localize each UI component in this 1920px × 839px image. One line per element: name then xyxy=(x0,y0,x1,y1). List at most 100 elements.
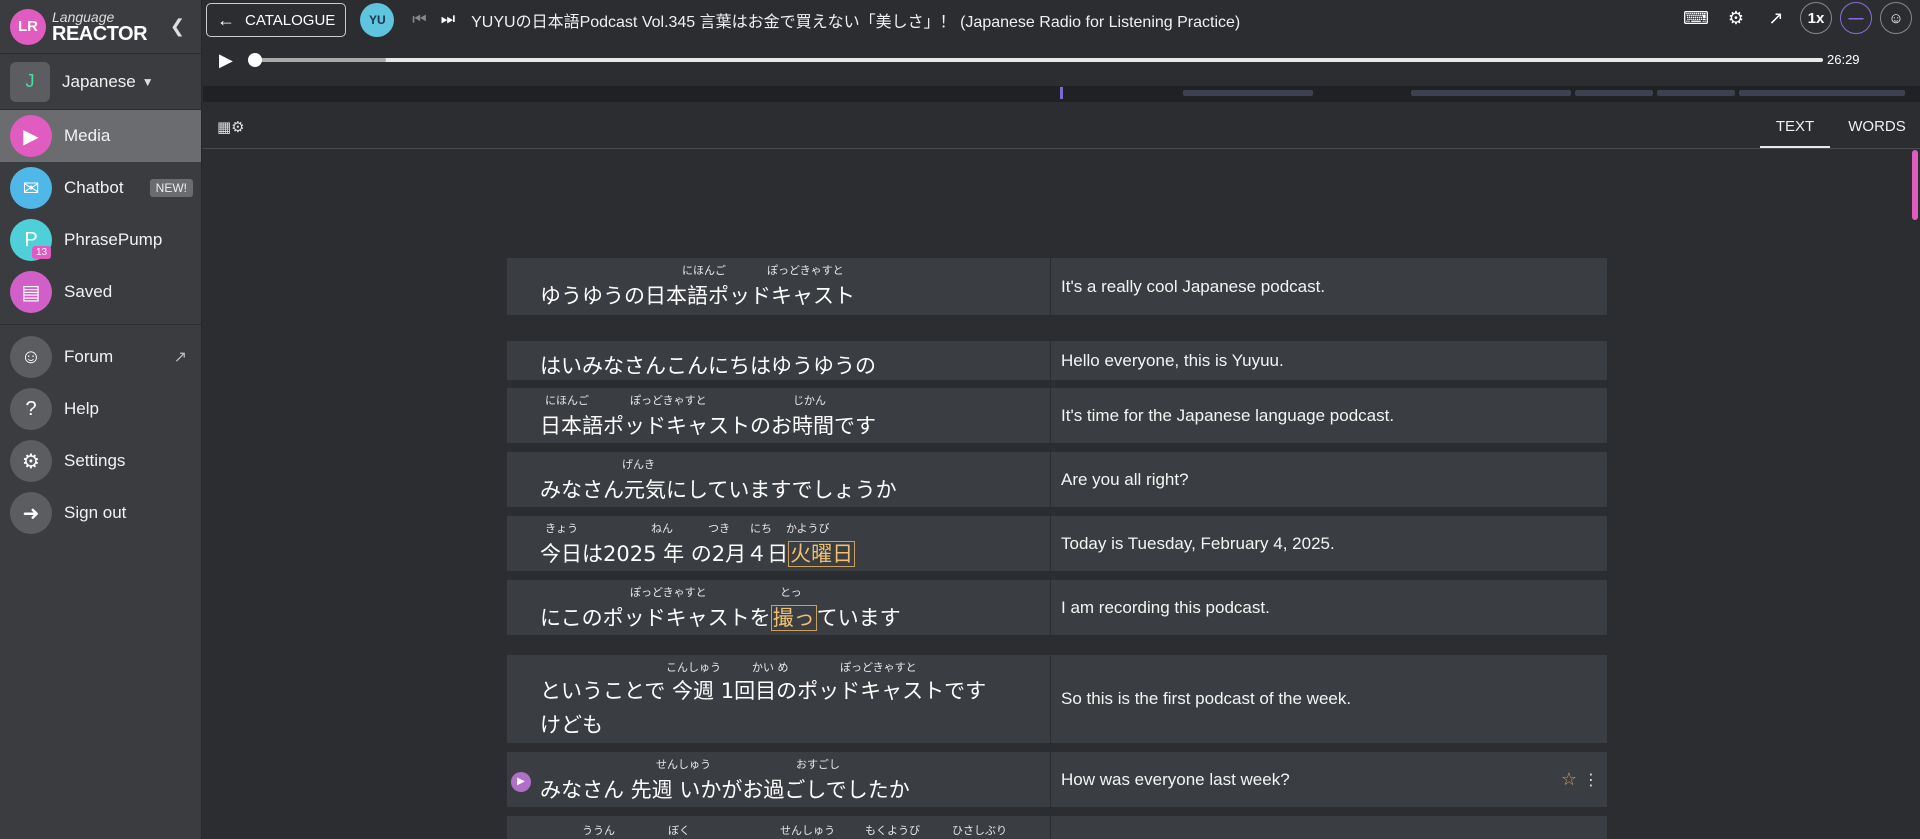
next-icon[interactable]: ⏭ xyxy=(441,11,455,29)
translation-line: It's time for the Japanese language podc… xyxy=(1051,388,1607,443)
sidebar-item-forum[interactable]: ☺ Forum ↗ xyxy=(0,331,201,383)
arrow-left-icon: ← xyxy=(217,9,235,30)
subtitle-row[interactable]: にほんご ぽっどきゃすと ゆうゆうの日本語ポッドキャスト It's a really … xyxy=(507,258,1607,315)
japanese-line[interactable]: せんしゅう おすごし みなさん 先週 いかがお過ごしでしたか ▶ xyxy=(507,752,1050,807)
player-controls: ▶ 26:29 xyxy=(203,40,1920,86)
furigana: せんしゅう xyxy=(656,758,711,771)
translation-line: I am recording this podcast. xyxy=(1051,580,1607,635)
subtitle-list: にほんご ぽっどきゃすと ゆうゆうの日本語ポッドキャスト It's a really … xyxy=(507,150,1607,839)
share-icon[interactable]: ↗ xyxy=(1760,2,1792,34)
sidebar-item-label: Chatbot xyxy=(64,178,124,197)
japanese-line[interactable]: げんき みなさん元気にしていますでしょうか xyxy=(507,452,1050,507)
subtitle-row[interactable]: せんしゅう おすごし みなさん 先週 いかがお過ごしでしたか ▶ How was eve… xyxy=(507,752,1607,807)
subtitle-row[interactable]: にほんご ぽっどきゃすと じかん 日本語ポッドキャストのお時間です It's time … xyxy=(507,388,1607,443)
previous-icon[interactable]: ⏮ xyxy=(412,11,426,29)
furigana: ぽっどきゃすと xyxy=(630,586,707,599)
japanese-line[interactable]: こんしゅう かい め ぽっどきゃすと ということで 今週 1回目のポッドキャストですけ… xyxy=(507,655,1050,743)
highlighted-word[interactable]: 撮っ xyxy=(770,605,817,631)
channel-avatar[interactable]: YU xyxy=(360,3,395,37)
furigana: にほんご xyxy=(682,264,726,277)
translation-line: Are you all right? xyxy=(1051,452,1607,507)
subtitle-row[interactable]: げんき みなさん元気にしていますでしょうか Are you all right? xyxy=(507,452,1607,507)
japanese-line[interactable]: にほんご ぽっどきゃすと じかん 日本語ポッドキャストのお時間です xyxy=(507,388,1050,443)
timeline-segment xyxy=(1575,90,1653,96)
sidebar-item-phrasepump[interactable]: P 13 PhrasePump xyxy=(0,214,201,266)
minimize-icon[interactable]: — xyxy=(1840,2,1872,34)
japanese-text: にこのポッドキャストを撮っています xyxy=(540,602,901,632)
list-icon: ▤ xyxy=(10,271,52,313)
tab-words[interactable]: WORDS xyxy=(1840,118,1914,148)
highlighted-word[interactable]: 火曜日 xyxy=(788,541,856,567)
language-avatar: J xyxy=(10,61,50,102)
play-icon: ▶ xyxy=(10,115,52,157)
japanese-line[interactable]: きょう ねん つき にち かようび 今日は2025 年 の2月４日火曜日 xyxy=(507,516,1050,571)
japanese-line[interactable]: にほんご ぽっどきゃすと ゆうゆうの日本語ポッドキャスト xyxy=(507,258,1050,315)
new-badge: NEW! xyxy=(149,179,193,197)
sidebar-item-chatbot[interactable]: ✉ Chatbot NEW! xyxy=(0,162,201,214)
subtitle-row[interactable]: ぽっどきゃすと とっ にこのポッドキャストを撮っています I am recording… xyxy=(507,580,1607,635)
japanese-line[interactable]: ぽっどきゃすと とっ にこのポッドキャストを撮っています xyxy=(507,580,1050,635)
content-header: ▦⚙ TEXT WORDS xyxy=(203,102,1920,149)
logo-text-top: Language xyxy=(52,8,115,25)
furigana: もくようび xyxy=(865,824,920,837)
translation-line xyxy=(1051,816,1607,839)
furigana: つき xyxy=(708,522,730,535)
language-selector[interactable]: J Japanese ▼ xyxy=(0,54,201,110)
japanese-text: 今日は2025 年 の2月４日火曜日 xyxy=(540,538,856,568)
japanese-line[interactable]: ううん ぼく せんしゅう もくようび ひさしぶり xyxy=(507,816,1050,839)
logo-icon: LR xyxy=(10,8,46,45)
subtitle-row[interactable]: こんしゅう かい め ぽっどきゃすと ということで 今週 1回目のポッドキャストですけ… xyxy=(507,655,1607,743)
japanese-text: 日本語ポッドキャストのお時間です xyxy=(540,410,876,440)
translation-line: Today is Tuesday, February 4, 2025. xyxy=(1051,516,1607,571)
sidebar-item-media[interactable]: ▶ Media xyxy=(0,110,201,162)
furigana: ううん xyxy=(582,824,615,837)
furigana: ぼく xyxy=(668,824,690,837)
collapse-sidebar-icon[interactable]: ❮ xyxy=(170,16,185,37)
logo[interactable]: LR Language REACTOR ❮ xyxy=(0,0,201,54)
more-icon[interactable]: ⋮ xyxy=(1583,772,1599,789)
logo-text-bottom: REACTOR xyxy=(52,22,148,45)
star-icon[interactable]: ☆ xyxy=(1561,769,1577,789)
sidebar: LR Language REACTOR ❮ J Japanese ▼ ▶ Med… xyxy=(0,0,202,839)
gear-icon[interactable]: ⚙ xyxy=(1720,2,1752,34)
sidebar-item-settings[interactable]: ⚙ Settings xyxy=(0,435,201,487)
furigana: にほんご xyxy=(545,394,589,407)
subtitle-timeline[interactable] xyxy=(203,86,1920,102)
play-icon[interactable]: ▶ xyxy=(219,50,233,71)
duration-label: 26:29 xyxy=(1827,52,1860,67)
playback-speed-button[interactable]: 1x xyxy=(1800,2,1832,34)
subtitle-row[interactable]: ううん ぼく せんしゅう もくようび ひさしぶり xyxy=(507,816,1607,839)
japanese-line[interactable]: はいみなさんこんにちはゆうゆうの xyxy=(507,341,1050,380)
translation-line: How was everyone last week? ☆ ⋮ xyxy=(1051,752,1607,807)
sidebar-item-saved[interactable]: ▤ Saved xyxy=(0,266,201,318)
scrollbar[interactable] xyxy=(1912,150,1918,220)
subtitle-row[interactable]: きょう ねん つき にち かようび 今日は2025 年 の2月４日火曜日 Today is … xyxy=(507,516,1607,571)
count-badge: 13 xyxy=(32,246,52,259)
furigana: じかん xyxy=(793,394,826,407)
sidebar-item-signout[interactable]: ➜ Sign out xyxy=(0,487,201,539)
help-icon: ? xyxy=(10,388,52,430)
keyboard-icon[interactable]: ⌨ xyxy=(1680,2,1712,34)
catalogue-button[interactable]: ← CATALOGUE xyxy=(206,3,347,37)
japanese-text-part: ています xyxy=(816,606,901,630)
sidebar-item-label: Help xyxy=(64,399,99,418)
timeline-segment xyxy=(1657,90,1735,96)
profile-icon[interactable]: ☺ xyxy=(1880,2,1912,34)
subtitle-row[interactable]: はいみなさんこんにちはゆうゆうの Hello everyone, this is … xyxy=(507,341,1607,380)
sidebar-item-label: Settings xyxy=(64,451,126,470)
translation-text: So this is the first podcast of the week… xyxy=(1061,689,1352,708)
video-title: YUYUの日本語Podcast Vol.345 言葉はお金で買えない「美しさ」！… xyxy=(471,14,1241,31)
row-actions: ☆ ⋮ xyxy=(1561,769,1599,790)
japanese-text-line: けども xyxy=(540,713,603,737)
progress-track[interactable] xyxy=(248,53,1823,67)
sidebar-item-label: PhrasePump xyxy=(64,230,163,249)
furigana: ぽっどきゃすと xyxy=(767,264,844,277)
japanese-text-line: はいみなさんこんにちはゆうゆうの xyxy=(540,354,876,378)
row-play-icon[interactable]: ▶ xyxy=(511,771,531,792)
progress-knob[interactable] xyxy=(248,53,262,67)
sidebar-item-help[interactable]: ? Help xyxy=(0,383,201,435)
translation-text: Are you all right? xyxy=(1061,469,1189,489)
sidebar-item-label: Media xyxy=(64,126,111,145)
layout-settings-icon[interactable]: ▦⚙ xyxy=(217,118,245,136)
tab-text[interactable]: TEXT xyxy=(1760,118,1830,148)
